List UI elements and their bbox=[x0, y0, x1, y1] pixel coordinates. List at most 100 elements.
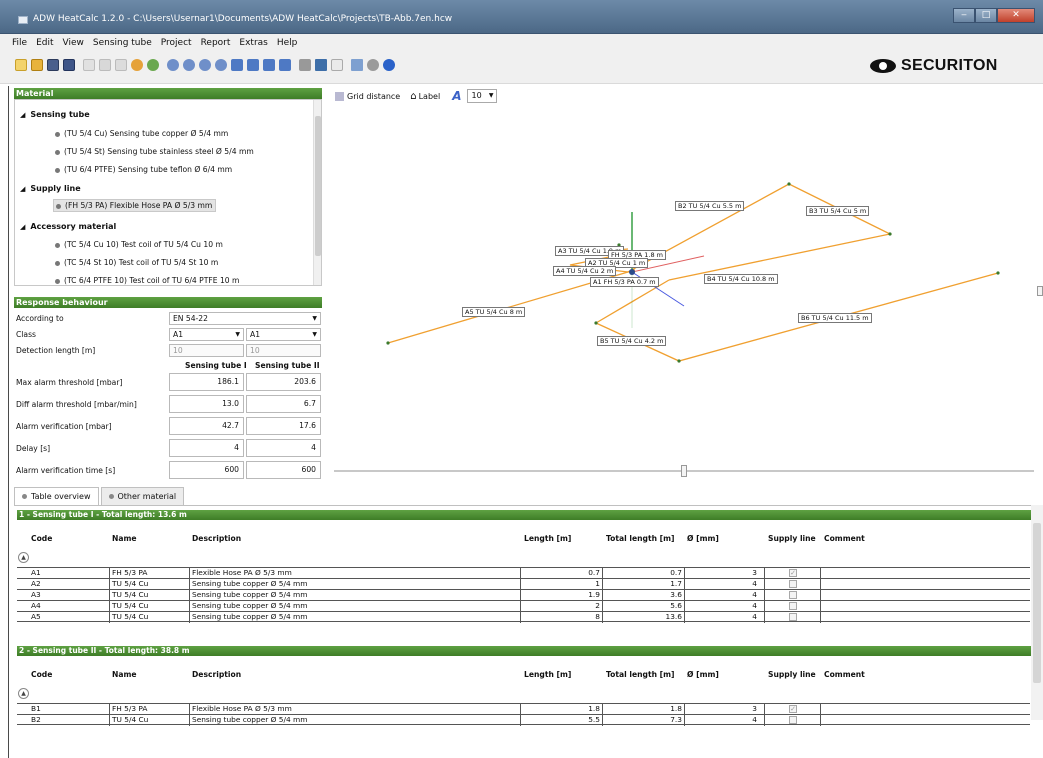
supply-line-checkbox[interactable] bbox=[789, 602, 797, 610]
class-select-2[interactable]: A1 ▼ bbox=[246, 328, 321, 341]
supply-line-checkbox[interactable] bbox=[789, 591, 797, 599]
menu-view[interactable]: View bbox=[63, 38, 84, 48]
bullet-icon bbox=[55, 131, 60, 137]
horizontal-rotation-slider[interactable] bbox=[334, 465, 1034, 477]
table-row[interactable]: A3 TU 5/4 Cu Sensing tube copper Ø 5/4 m… bbox=[17, 589, 1030, 600]
collapse-icon[interactable]: ▲ bbox=[18, 688, 29, 699]
param-value-1[interactable]: 600 bbox=[169, 461, 244, 479]
tab-other-material[interactable]: Other material bbox=[100, 487, 185, 505]
col-description: Description bbox=[192, 534, 242, 543]
param-value-1[interactable]: 13.0 bbox=[169, 395, 244, 413]
param-value-2[interactable]: 17.6 bbox=[246, 417, 321, 435]
tree-item[interactable]: (TC 6/4 PTFE 10) Test coil of TU 6/4 PTF… bbox=[55, 276, 239, 285]
menu-project[interactable]: Project bbox=[161, 38, 192, 48]
menu-edit[interactable]: Edit bbox=[36, 38, 53, 48]
tube-label: B2 TU 5/4 Cu 5.5 m bbox=[675, 201, 745, 211]
3d-viewer[interactable]: Grid distance ⌂ Label A 10 ▼ B2 TU 5/4 C… bbox=[328, 88, 1043, 480]
node bbox=[787, 182, 791, 186]
param-value-2[interactable]: 4 bbox=[246, 439, 321, 457]
dropdown-arrow-icon: ▼ bbox=[235, 331, 240, 338]
tree-item[interactable]: (TC 5/4 Cu 10) Test coil of TU 5/4 Cu 10… bbox=[55, 240, 223, 249]
pan-right-icon[interactable] bbox=[247, 59, 259, 71]
tree-item-selected[interactable]: (FH 5/3 PA) Flexible Hose PA Ø 5/3 mm bbox=[53, 199, 217, 212]
table-row[interactable]: A5 TU 5/4 Cu Sensing tube copper Ø 5/4 m… bbox=[17, 611, 1030, 622]
param-value-1[interactable]: 42.7 bbox=[169, 417, 244, 435]
calculator-icon[interactable] bbox=[315, 59, 327, 71]
collapse-icon[interactable]: ▲ bbox=[18, 552, 29, 563]
save-as-icon[interactable] bbox=[63, 59, 75, 71]
minimize-button[interactable]: ‒ bbox=[953, 8, 975, 23]
pan-up-icon[interactable] bbox=[263, 59, 275, 71]
group-header-tube-2[interactable]: 2 - Sensing tube II - Total length: 38.8… bbox=[17, 646, 1032, 656]
save-icon[interactable] bbox=[47, 59, 59, 71]
copy-icon[interactable] bbox=[83, 59, 95, 71]
zoom-out-icon[interactable] bbox=[183, 59, 195, 71]
dropdown-arrow-icon: ▼ bbox=[312, 315, 317, 322]
param-value-2[interactable]: 203.6 bbox=[246, 373, 321, 391]
supply-line-checkbox[interactable]: ✓ bbox=[789, 569, 797, 577]
maximize-button[interactable]: □ bbox=[975, 8, 997, 23]
export-icon[interactable] bbox=[351, 59, 363, 71]
menu-sensing-tube[interactable]: Sensing tube bbox=[93, 38, 152, 48]
supply-line-checkbox[interactable] bbox=[789, 613, 797, 621]
zoom-in-icon[interactable] bbox=[167, 59, 179, 71]
tab-dot-icon bbox=[108, 494, 114, 499]
node bbox=[888, 232, 892, 236]
class-select-1[interactable]: A1 ▼ bbox=[169, 328, 244, 341]
tree-category-accessory[interactable]: ◢ Accessory material bbox=[20, 222, 116, 231]
pan-down-icon[interactable] bbox=[279, 59, 291, 71]
zoom-window-icon[interactable] bbox=[215, 59, 227, 71]
table-row[interactable]: A1 FH 5/3 PA Flexible Hose PA Ø 5/3 mm 0… bbox=[17, 567, 1030, 578]
table-row[interactable]: B2 TU 5/4 Cu Sensing tube copper Ø 5/4 m… bbox=[17, 714, 1030, 725]
close-button[interactable]: ✕ bbox=[997, 8, 1035, 23]
open-folder-icon[interactable] bbox=[31, 59, 43, 71]
tools-icon[interactable] bbox=[299, 59, 311, 71]
menu-file[interactable]: File bbox=[12, 38, 27, 48]
scroll-thumb[interactable] bbox=[1033, 523, 1041, 683]
redo-icon[interactable] bbox=[147, 59, 159, 71]
new-file-icon[interactable] bbox=[15, 59, 27, 71]
param-value-2[interactable]: 600 bbox=[246, 461, 321, 479]
class-label: Class bbox=[16, 330, 36, 339]
table-row[interactable]: B1 FH 5/3 PA Flexible Hose PA Ø 5/3 mm 1… bbox=[17, 703, 1030, 714]
pan-left-icon[interactable] bbox=[231, 59, 243, 71]
grid-line bbox=[109, 703, 110, 726]
grid-line bbox=[602, 567, 603, 623]
menu-report[interactable]: Report bbox=[201, 38, 231, 48]
table-row[interactable]: A2 TU 5/4 Cu Sensing tube copper Ø 5/4 m… bbox=[17, 578, 1030, 589]
cut-icon[interactable] bbox=[99, 59, 111, 71]
table-scrollbar[interactable] bbox=[1031, 505, 1043, 720]
material-scrollbar[interactable] bbox=[313, 100, 321, 285]
tree-item[interactable]: (TU 6/4 PTFE) Sensing tube teflon Ø 6/4 … bbox=[55, 165, 232, 174]
table-row[interactable]: A4 TU 5/4 Cu Sensing tube copper Ø 5/4 m… bbox=[17, 600, 1030, 611]
report-icon[interactable] bbox=[331, 59, 343, 71]
expand-triangle-icon: ◢ bbox=[20, 185, 26, 193]
menu-help[interactable]: Help bbox=[277, 38, 298, 48]
supply-line-checkbox[interactable]: ✓ bbox=[789, 705, 797, 713]
slider-knob[interactable] bbox=[681, 465, 687, 477]
tree-item[interactable]: (TU 5/4 St) Sensing tube stainless steel… bbox=[55, 147, 254, 156]
tree-category-sensing-tube[interactable]: ◢ Sensing tube bbox=[20, 110, 90, 119]
paste-icon[interactable] bbox=[115, 59, 127, 71]
settings-icon[interactable] bbox=[367, 59, 379, 71]
zoom-fit-icon[interactable] bbox=[199, 59, 211, 71]
param-value-2[interactable]: 6.7 bbox=[246, 395, 321, 413]
tree-item[interactable]: (TU 5/4 Cu) Sensing tube copper Ø 5/4 mm bbox=[55, 129, 228, 138]
help-icon[interactable] bbox=[383, 59, 395, 71]
grid-line bbox=[764, 703, 765, 726]
according-to-select[interactable]: EN 54-22 ▼ bbox=[169, 312, 321, 325]
menu-extras[interactable]: Extras bbox=[239, 38, 267, 48]
vertical-rotation-slider[interactable] bbox=[1037, 286, 1043, 296]
param-value-1[interactable]: 4 bbox=[169, 439, 244, 457]
supply-line-checkbox[interactable] bbox=[789, 716, 797, 724]
tab-table-overview[interactable]: Table overview bbox=[14, 487, 99, 506]
tree-category-supply-line[interactable]: ◢ Supply line bbox=[20, 184, 81, 193]
col-code: Code bbox=[31, 670, 53, 679]
tree-item[interactable]: (TC 5/4 St 10) Test coil of TU 5/4 St 10… bbox=[55, 258, 218, 267]
col-total-length: Total length [m] bbox=[606, 670, 675, 679]
supply-line-checkbox[interactable] bbox=[789, 580, 797, 588]
group-header-tube-1[interactable]: 1 - Sensing tube I - Total length: 13.6 … bbox=[17, 510, 1032, 520]
scroll-thumb[interactable] bbox=[315, 116, 321, 256]
undo-icon[interactable] bbox=[131, 59, 143, 71]
param-value-1[interactable]: 186.1 bbox=[169, 373, 244, 391]
